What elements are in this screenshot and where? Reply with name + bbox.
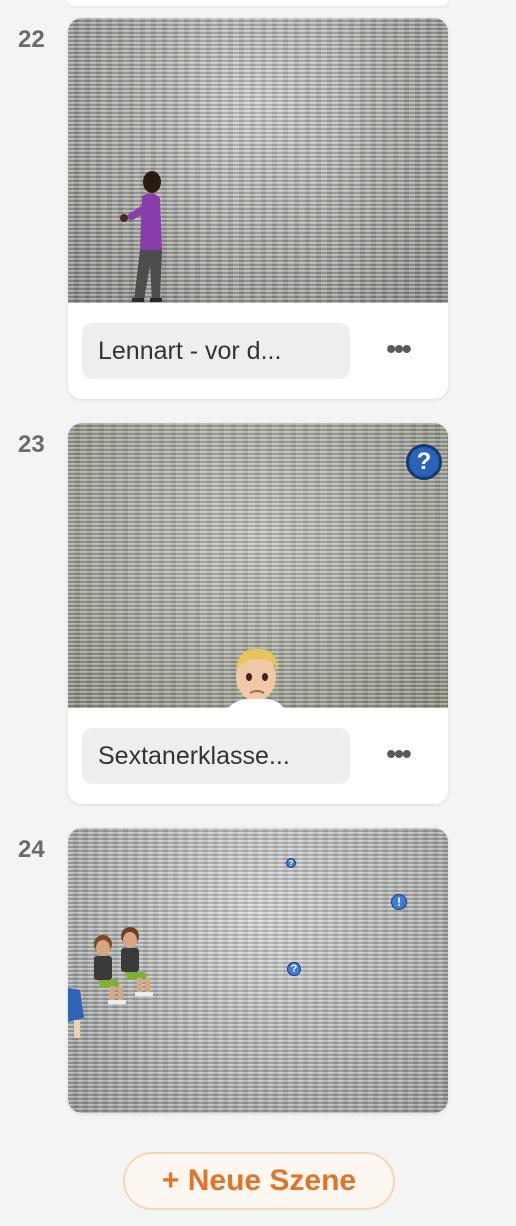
character-figure	[228, 648, 284, 708]
scene-thumbnail[interactable]: ? ! ?	[68, 828, 448, 1113]
scene-name-field[interactable]: Sextanerklasse...	[82, 728, 350, 784]
character-figure	[120, 171, 162, 302]
more-options-button[interactable]: •••	[366, 331, 430, 371]
scene-card-footer: Sextanerklasse... •••	[68, 708, 448, 804]
scene-thumbnail[interactable]	[68, 18, 448, 303]
scene-number: 23	[18, 431, 45, 458]
new-scene-button[interactable]: + Neue Szene	[123, 1152, 395, 1210]
scene-card[interactable]: ? ! ?	[68, 828, 448, 1113]
scene-card[interactable]: Lennart - vor d... •••	[68, 18, 448, 399]
scene-number: 24	[18, 836, 45, 863]
scene-number: 22	[18, 26, 45, 53]
scene-name-field[interactable]: Lennart - vor d...	[82, 323, 350, 379]
scene-card[interactable]: ? Sextanerklasse... •••	[68, 423, 448, 804]
seated-children-figures	[68, 927, 153, 1038]
previous-scene-card-edge	[68, 0, 448, 6]
scene-list-panel: 22 Lennart - vor d... ••• 23 ? Sextanerk…	[0, 0, 516, 1226]
scene-thumbnail[interactable]: ?	[68, 423, 448, 708]
scene-card-footer: Lennart - vor d... •••	[68, 303, 448, 399]
more-options-button[interactable]: •••	[366, 736, 430, 776]
